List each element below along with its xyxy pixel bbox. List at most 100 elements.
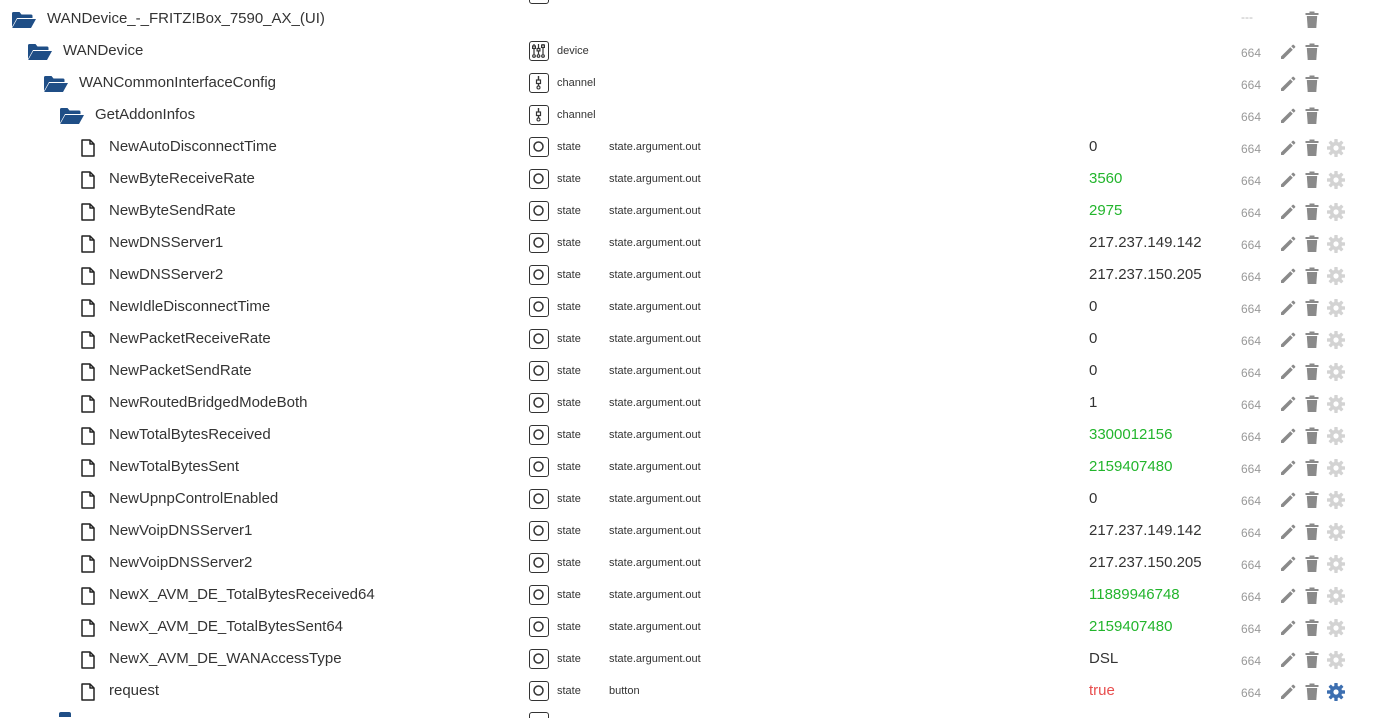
object-value[interactable]: DSL: [1089, 650, 1118, 667]
tree-row-newroutedbridgedmodeboth[interactable]: NewRoutedBridgedModeBoth state state.argum…: [0, 388, 1377, 420]
tree-row-newvoipdnsserver2[interactable]: NewVoipDNSServer2 state state.argument.out…: [0, 548, 1377, 580]
edit-icon[interactable]: [1278, 426, 1298, 446]
tree-row-newx-avm-de-totalbytesreceived64[interactable]: NewX_AVM_DE_TotalBytesReceived64 state sta…: [0, 580, 1377, 612]
tree-row-newpacketsendrate[interactable]: NewPacketSendRate state state.argument.out…: [0, 356, 1377, 388]
edit-icon[interactable]: [1278, 618, 1298, 638]
tree-row-newtotalbytessent[interactable]: NewTotalBytesSent state state.argument.out…: [0, 452, 1377, 484]
settings-gear-icon[interactable]: [1326, 138, 1346, 158]
settings-gear-icon[interactable]: [1326, 426, 1346, 446]
delete-icon[interactable]: [1302, 298, 1322, 318]
object-value[interactable]: 11889946748: [1089, 586, 1180, 603]
edit-icon[interactable]: [1278, 138, 1298, 158]
object-value[interactable]: 217.237.150.205: [1089, 266, 1202, 283]
object-value[interactable]: true: [1089, 682, 1115, 699]
delete-icon[interactable]: [1302, 490, 1322, 510]
settings-gear-icon[interactable]: [1326, 394, 1346, 414]
object-value[interactable]: 0: [1089, 330, 1097, 347]
delete-icon[interactable]: [1302, 74, 1322, 94]
settings-gear-icon[interactable]: [1326, 362, 1346, 382]
edit-icon[interactable]: [1278, 298, 1298, 318]
folder-open-icon[interactable]: [11, 11, 37, 29]
delete-icon[interactable]: [1302, 362, 1322, 382]
delete-icon[interactable]: [1302, 522, 1322, 542]
settings-gear-icon[interactable]: [1326, 234, 1346, 254]
settings-gear-icon[interactable]: [1326, 266, 1346, 286]
tree-row-newautodisconnecttime[interactable]: NewAutoDisconnectTime state state.argument…: [0, 132, 1377, 164]
object-value[interactable]: 0: [1089, 138, 1097, 155]
delete-icon[interactable]: [1302, 618, 1322, 638]
settings-gear-icon[interactable]: [1326, 298, 1346, 318]
edit-icon[interactable]: [1278, 42, 1298, 62]
delete-icon[interactable]: [1302, 42, 1322, 62]
tree-row-newdnsserver1[interactable]: NewDNSServer1 state state.argument.out 217.…: [0, 228, 1377, 260]
settings-gear-icon[interactable]: [1326, 586, 1346, 606]
settings-gear-icon[interactable]: [1326, 330, 1346, 350]
edit-icon[interactable]: [1278, 458, 1298, 478]
edit-icon[interactable]: [1278, 330, 1298, 350]
settings-gear-icon[interactable]: [1326, 554, 1346, 574]
delete-icon[interactable]: [1302, 138, 1322, 158]
edit-icon[interactable]: [1278, 170, 1298, 190]
object-value[interactable]: 1: [1089, 394, 1097, 411]
object-value[interactable]: 3560: [1089, 170, 1122, 187]
object-value[interactable]: 0: [1089, 298, 1097, 315]
edit-icon[interactable]: [1278, 362, 1298, 382]
tree-row-getaddoninfos[interactable]: GetAddonInfos channel 664: [0, 100, 1377, 132]
settings-gear-icon[interactable]: [1326, 170, 1346, 190]
edit-icon[interactable]: [1278, 106, 1298, 126]
edit-icon[interactable]: [1278, 490, 1298, 510]
object-value[interactable]: 2159407480: [1089, 618, 1172, 635]
object-value[interactable]: 217.237.149.142: [1089, 522, 1202, 539]
delete-icon[interactable]: [1302, 554, 1322, 574]
tree-row-wandevice-fritz-box-7590-ax-ui[interactable]: WANDevice_-_FRITZ!Box_7590_AX_(UI) ---: [0, 4, 1377, 36]
tree-row-request[interactable]: request state button true 664: [0, 676, 1377, 708]
tree-row-wancommoninterfaceconfig[interactable]: WANCommonInterfaceConfig channel 664: [0, 68, 1377, 100]
folder-open-icon[interactable]: [59, 107, 85, 125]
delete-icon[interactable]: [1302, 330, 1322, 350]
edit-icon[interactable]: [1278, 682, 1298, 702]
edit-icon[interactable]: [1278, 554, 1298, 574]
settings-gear-icon[interactable]: [1326, 682, 1346, 702]
delete-icon[interactable]: [1302, 586, 1322, 606]
delete-icon[interactable]: [1302, 266, 1322, 286]
edit-icon[interactable]: [1278, 586, 1298, 606]
tree-row-newvoipdnsserver1[interactable]: NewVoipDNSServer1 state state.argument.out…: [0, 516, 1377, 548]
object-value[interactable]: 2975: [1089, 202, 1122, 219]
delete-icon[interactable]: [1302, 234, 1322, 254]
edit-icon[interactable]: [1278, 74, 1298, 94]
object-value[interactable]: 217.237.149.142: [1089, 234, 1202, 251]
object-value[interactable]: 3300012156: [1089, 426, 1172, 443]
edit-icon[interactable]: [1278, 650, 1298, 670]
delete-icon[interactable]: [1302, 10, 1322, 30]
delete-icon[interactable]: [1302, 106, 1322, 126]
delete-icon[interactable]: [1302, 170, 1322, 190]
edit-icon[interactable]: [1278, 522, 1298, 542]
tree-row-newbytereceiverate[interactable]: NewByteReceiveRate state state.argument.ou…: [0, 164, 1377, 196]
delete-icon[interactable]: [1302, 202, 1322, 222]
settings-gear-icon[interactable]: [1326, 458, 1346, 478]
delete-icon[interactable]: [1302, 458, 1322, 478]
delete-icon[interactable]: [1302, 394, 1322, 414]
edit-icon[interactable]: [1278, 394, 1298, 414]
edit-icon[interactable]: [1278, 266, 1298, 286]
folder-open-icon[interactable]: [43, 75, 69, 93]
delete-icon[interactable]: [1302, 650, 1322, 670]
tree-row-newx-avm-de-totalbytessent64[interactable]: NewX_AVM_DE_TotalBytesSent64 state state.a…: [0, 612, 1377, 644]
edit-icon[interactable]: [1278, 234, 1298, 254]
tree-row-newbytesendrate[interactable]: NewByteSendRate state state.argument.out 29…: [0, 196, 1377, 228]
object-value[interactable]: 0: [1089, 362, 1097, 379]
settings-gear-icon[interactable]: [1326, 490, 1346, 510]
edit-icon[interactable]: [1278, 202, 1298, 222]
settings-gear-icon[interactable]: [1326, 522, 1346, 542]
tree-row-newtotalbytesreceived[interactable]: NewTotalBytesReceived state state.argument…: [0, 420, 1377, 452]
folder-open-icon[interactable]: [27, 43, 53, 61]
object-value[interactable]: 2159407480: [1089, 458, 1172, 475]
tree-row-newidledisconnecttime[interactable]: NewIdleDisconnectTime state state.argument…: [0, 292, 1377, 324]
tree-row-newdnsserver2[interactable]: NewDNSServer2 state state.argument.out 217.…: [0, 260, 1377, 292]
object-value[interactable]: 0: [1089, 490, 1097, 507]
settings-gear-icon[interactable]: [1326, 202, 1346, 222]
settings-gear-icon[interactable]: [1326, 618, 1346, 638]
object-value[interactable]: 217.237.150.205: [1089, 554, 1202, 571]
delete-icon[interactable]: [1302, 426, 1322, 446]
tree-row-wandevice[interactable]: WANDevice device 664: [0, 36, 1377, 68]
